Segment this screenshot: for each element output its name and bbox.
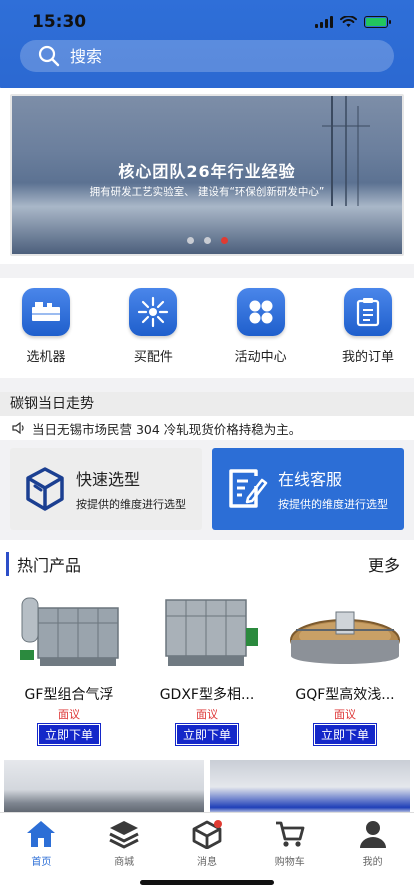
quick-nav-label: 我的订单 [341, 350, 394, 365]
promo-images [0, 760, 414, 814]
signal-icon [315, 16, 333, 28]
tab-label: 我的 [362, 857, 383, 868]
hot-header: 热门产品 更多 [0, 550, 414, 578]
search-input[interactable] [70, 46, 370, 66]
product-card[interactable]: GQF型高效浅... 面议 立即下单 [276, 588, 414, 746]
clipboard-icon [343, 288, 392, 336]
speaker-icon [12, 422, 24, 434]
promo-image[interactable] [4, 760, 204, 814]
quick-select-subtitle: 按提供的维度进行选型 [76, 498, 186, 511]
banner-carousel[interactable]: 核心团队26年行业经验 拥有研发工艺实验室、 建设有“环保创新研发中心” [10, 94, 404, 256]
tab-label: 首页 [31, 857, 52, 868]
quick-nav-label: 活动中心 [234, 350, 287, 365]
search-icon [38, 45, 60, 67]
online-service-title: 在线客服 [278, 470, 343, 489]
quick-nav: 选机器 买配件 活动中心 我的订单 [0, 278, 414, 378]
tab-profile[interactable]: 我的 [331, 817, 414, 896]
hot-products: 热门产品 更多 GF型组合气浮 面议 立即下单 GDXF型多相... 面议 立即… [0, 540, 414, 760]
product-name: GQF型高效浅... [295, 687, 395, 703]
product-name: GF型组合气浮 [24, 687, 114, 703]
trend-text: 当日无锡市场民营 304 冷轧现货价格持稳为主。 [32, 421, 302, 437]
product-name: GDXF型多相... [159, 687, 255, 703]
product-price: 面议 [58, 708, 80, 721]
product-price: 面议 [196, 708, 218, 721]
promo-image[interactable] [210, 760, 410, 814]
status-time: 15:30 [32, 12, 87, 32]
tab-label: 商城 [114, 857, 135, 868]
tab-home[interactable]: 首页 [0, 817, 83, 896]
product-image [290, 611, 400, 664]
cart-icon [272, 817, 308, 851]
product-price: 面议 [334, 708, 356, 721]
carousel-dots [12, 237, 402, 244]
notification-badge [213, 820, 222, 828]
product-image [20, 597, 119, 666]
user-icon [355, 817, 391, 851]
trend-ticker[interactable]: 当日无锡市场民营 304 冷轧现货价格持稳为主。 [0, 416, 414, 440]
quick-nav-label: 选机器 [26, 350, 66, 365]
service-cards: 快速选型 按提供的维度进行选型 在线客服 按提供的维度进行选型 [0, 448, 414, 536]
buy-now-button[interactable]: 立即下单 [312, 723, 378, 746]
online-service-subtitle: 按提供的维度进行选型 [278, 498, 388, 511]
activity-icon [236, 288, 285, 336]
home-icon [23, 817, 59, 851]
product-image [165, 599, 258, 666]
parts-icon [129, 288, 178, 336]
layers-icon [106, 817, 142, 851]
quick-nav-activity-center[interactable]: 活动中心 [233, 288, 289, 378]
home-indicator [140, 880, 274, 885]
quick-select-card[interactable]: 快速选型 按提供的维度进行选型 [10, 448, 202, 530]
trend-heading: 碳钢当日走势 [0, 392, 414, 416]
tab-label: 购物车 [274, 857, 305, 868]
hot-title: 热门产品 [6, 552, 81, 576]
product-card[interactable]: GF型组合气浮 面议 立即下单 [0, 588, 138, 746]
price-trend: 碳钢当日走势 当日无锡市场民营 304 冷轧现货价格持稳为主。 [0, 392, 414, 440]
more-link[interactable]: 更多 [368, 552, 400, 576]
carousel-dot[interactable] [186, 237, 194, 244]
online-service-card[interactable]: 在线客服 按提供的维度进行选型 [212, 448, 404, 530]
quick-nav-buy-parts[interactable]: 买配件 [125, 288, 181, 378]
machine-icon [22, 288, 70, 336]
buy-now-button[interactable]: 立即下单 [36, 723, 102, 746]
banner-section: 核心团队26年行业经验 拥有研发工艺实验室、 建设有“环保创新研发中心” [0, 88, 414, 264]
product-card[interactable]: GDXF型多相... 面议 立即下单 [138, 588, 276, 746]
banner-subtitle: 拥有研发工艺实验室、 建设有“环保创新研发中心” [89, 186, 325, 198]
quick-nav-select-machine[interactable]: 选机器 [18, 288, 74, 378]
tab-label: 消息 [196, 857, 217, 868]
edit-document-icon [229, 469, 268, 508]
message-box-icon [189, 817, 225, 851]
quick-select-title: 快速选型 [76, 470, 141, 489]
status-bar: 15:30 [0, 0, 414, 44]
carousel-dot[interactable] [203, 237, 211, 244]
battery-icon [364, 16, 391, 28]
cube-icon [26, 467, 64, 511]
product-list: GF型组合气浮 面议 立即下单 GDXF型多相... 面议 立即下单 GQF型高… [0, 588, 414, 746]
carousel-dot-active[interactable] [220, 237, 228, 244]
quick-nav-my-orders[interactable]: 我的订单 [340, 288, 396, 378]
buy-now-button[interactable]: 立即下单 [174, 723, 240, 746]
search-bar[interactable] [20, 40, 394, 72]
status-icons [315, 16, 391, 28]
wifi-icon [340, 16, 357, 27]
quick-nav-label: 买配件 [133, 350, 173, 365]
banner-title: 核心团队26年行业经验 [118, 162, 296, 181]
